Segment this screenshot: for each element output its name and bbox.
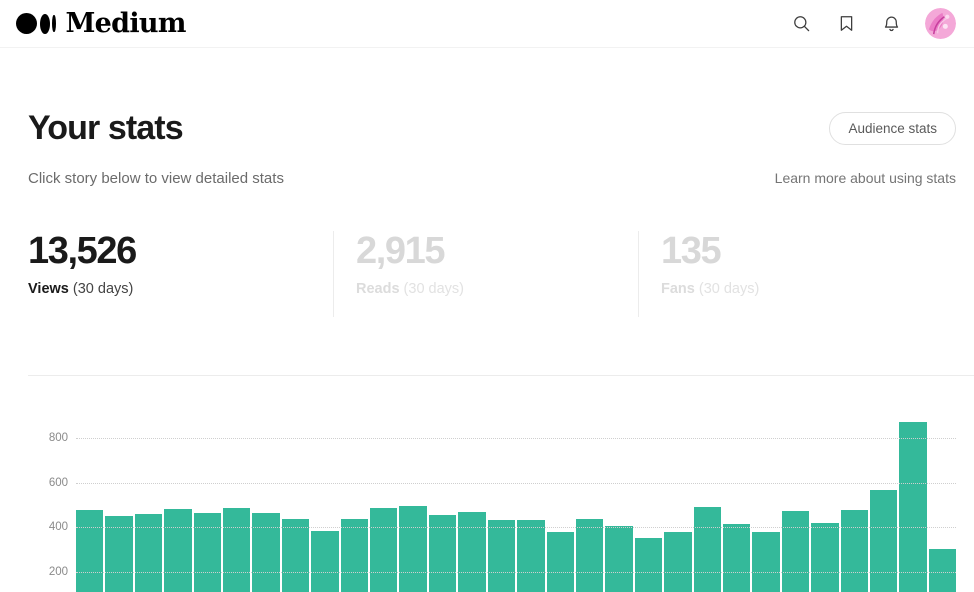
chart-bar[interactable] [311,531,339,592]
top-navigation-bar: Medium [0,0,974,48]
chart-bar[interactable] [399,506,427,592]
chart-bar[interactable] [605,526,633,592]
stat-name-views: Views [28,281,69,298]
views-bar-chart: 0200400600800 May 28June 4June 11June 18 [28,416,957,592]
chart-bar[interactable] [517,520,545,592]
chart-bar[interactable] [752,531,780,592]
chart-bar[interactable] [340,519,369,592]
stat-label-fans: Fans (30 days) [661,281,943,297]
bookmark-icon[interactable] [835,13,857,35]
stat-value-reads: 2,915 [356,230,445,273]
chart-bar[interactable] [840,509,868,592]
chart-plot-area [76,416,957,592]
y-axis-tick-400: 400 [48,521,68,534]
logo-ellipse-medium-icon [39,13,50,34]
stats-page: Your stats Audience stats Click story be… [0,48,974,592]
chart-bar[interactable] [781,510,810,592]
chart-bar[interactable] [869,490,898,592]
stat-label-views: Views (30 days) [28,281,333,297]
stat-period-reads: (30 days) [399,281,465,298]
chart-bar[interactable] [693,506,721,592]
chart-bars [76,416,957,592]
medium-logo[interactable]: Medium [16,10,186,37]
y-axis-tick-800: 800 [48,432,68,445]
stat-card-views[interactable]: 13,526 Views (30 days) [28,231,333,317]
page-subtitle: Click story below to view detailed stats [28,170,284,188]
stat-name-fans: Fans [661,281,695,298]
stat-value-views: 13,526 [28,230,137,273]
brand-wordmark: Medium [65,8,187,39]
stat-card-reads[interactable]: 2,915 Reads (30 days) [333,230,638,318]
y-axis-tick-200: 200 [48,565,68,578]
chart-bar[interactable] [899,421,927,592]
medium-logo-marks [16,13,56,34]
gridline-400 [76,527,956,529]
gridline-200 [76,571,956,573]
gridline-600 [76,482,956,484]
page-title: Your stats [28,109,184,147]
chart-bar[interactable] [281,519,310,592]
chart-bar[interactable] [252,513,280,592]
chart-y-axis: 0200400600800 [28,416,68,592]
chart-bar[interactable] [546,532,574,592]
notifications-bell-icon[interactable] [880,13,902,35]
stats-divider [28,375,974,376]
avatar[interactable] [925,8,956,39]
gridline-800 [76,438,956,440]
chart-bar[interactable] [928,548,957,592]
search-icon[interactable] [790,13,812,35]
stat-period-fans: (30 days) [694,281,760,298]
top-navigation-actions [790,8,956,39]
chart-bar[interactable] [811,522,839,592]
chart-bar[interactable] [458,512,486,592]
chart-bar[interactable] [164,508,192,592]
page-header-row: Your stats Audience stats [28,48,956,147]
chart-bar[interactable] [664,532,692,592]
stats-summary-row: 13,526 Views (30 days) 2,915 Reads (30 d… [28,230,956,318]
page-subheader-row: Click story below to view detailed stats… [28,170,956,187]
stat-card-fans[interactable]: 135 Fans (30 days) [638,230,943,318]
chart-bar[interactable] [722,524,751,592]
audience-stats-button[interactable]: Audience stats [829,112,956,146]
logo-circle-large-icon [16,13,37,34]
chart-bar[interactable] [370,508,398,592]
chart-bar[interactable] [634,538,663,592]
chart-bar[interactable] [193,513,222,592]
stat-value-fans: 135 [661,230,722,273]
stat-period-views: (30 days) [68,281,134,298]
stat-name-reads: Reads [356,281,400,298]
y-axis-tick-600: 600 [48,476,68,489]
learn-more-link[interactable]: Learn more about using stats [775,170,956,186]
chart-bar[interactable] [76,510,104,592]
chart-bar[interactable] [223,507,251,592]
chart-bar[interactable] [575,519,604,592]
chart-bar[interactable] [134,514,163,592]
chart-bar[interactable] [487,520,516,592]
stat-label-reads: Reads (30 days) [356,281,638,297]
logo-ellipse-small-icon [52,15,56,32]
